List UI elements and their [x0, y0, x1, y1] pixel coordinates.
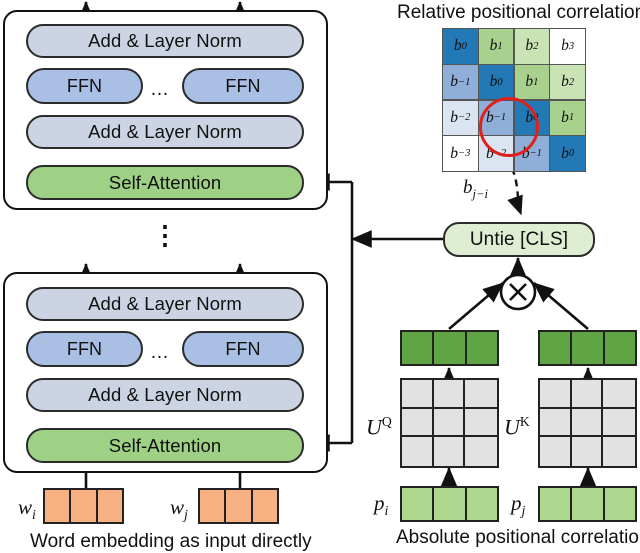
uq-matrix-label-sup: Q [381, 414, 392, 429]
position-input-label-i-base: p [374, 491, 385, 515]
word-embedding-label-j-base: w [170, 495, 185, 519]
word-embedding-label-i-sub: i [32, 507, 36, 523]
uq-matrix-label-base: U [366, 414, 382, 440]
word-embedding-label-i-base: w [18, 495, 33, 519]
word-embedding-caption: Word embedding as input directly [30, 531, 312, 552]
figure-canvas: Add & Layer Norm FFN … FFN Add & Layer N… [0, 0, 640, 553]
position-input-label-j-sub: j [521, 503, 526, 519]
bias-term-label: bj−i [463, 178, 488, 200]
uq-matrix-label: UQ [366, 415, 392, 438]
position-input-label-i: pi [374, 493, 388, 518]
uk-matrix-label-base: U [504, 414, 520, 440]
position-input-label-j: pj [511, 493, 525, 518]
position-input-label-i-sub: i [384, 503, 389, 519]
word-embedding-label-j-sub: j [184, 507, 188, 523]
absolute-correlation-caption: Absolute positional correlation [396, 527, 640, 548]
relative-correlation-title: Relative positional correlation [397, 2, 640, 23]
uk-matrix-label: UK [504, 415, 530, 438]
bias-term-label-base: b [463, 177, 473, 198]
position-input-label-j-base: p [511, 491, 522, 515]
word-embedding-label-j: wj [170, 497, 188, 522]
uk-matrix-label-sup: K [519, 414, 530, 429]
multiply-node-layer [499, 273, 537, 311]
bias-term-label-sub: j−i [472, 186, 488, 201]
word-embedding-label-i: wi [18, 497, 36, 522]
